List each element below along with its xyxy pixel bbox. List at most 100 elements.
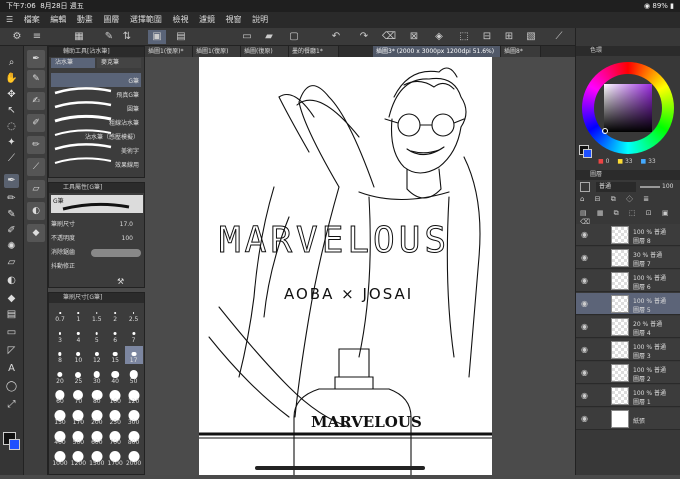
brush-size-option[interactable]: 40 <box>106 367 124 385</box>
undo-icon[interactable]: ↶ <box>327 30 345 44</box>
menu-window[interactable]: 視窗 <box>222 12 246 28</box>
tab-pen-group[interactable]: 沾水筆 <box>51 58 95 68</box>
clear-icon[interactable]: ⌫ <box>380 30 398 44</box>
figure-icon[interactable]: ▭ <box>4 326 19 340</box>
fill-icon[interactable]: ◈ <box>430 30 448 44</box>
brush-size-option[interactable]: 170 <box>69 408 87 426</box>
layer-row[interactable]: ◉ 100 % 普通 圖層 2 <box>576 362 680 384</box>
subtool-icon-8[interactable]: ◐ <box>27 202 45 220</box>
brush-size-option[interactable]: 400 <box>51 428 69 446</box>
menu-file[interactable]: 檔案 <box>20 12 44 28</box>
prop-row-antialias[interactable]: 消除鋸齒 <box>51 247 143 259</box>
frame-icon[interactable]: ◸ <box>4 344 19 358</box>
subtool-icon-7[interactable]: ▱ <box>27 180 45 198</box>
magic-wand-icon[interactable]: ✦ <box>4 136 19 150</box>
brush-item[interactable]: 圓筆 <box>51 101 141 115</box>
gradient-icon[interactable]: ▤ <box>4 308 19 322</box>
brush-item[interactable]: 飛真G筆 <box>51 87 141 101</box>
opacity-slider[interactable] <box>640 186 660 188</box>
brush-size-option[interactable]: 25 <box>69 367 87 385</box>
subtool-icon-9[interactable]: ◆ <box>27 224 45 242</box>
menu-edit[interactable]: 編輯 <box>46 12 70 28</box>
brush-size-option[interactable]: 30 <box>88 367 106 385</box>
brush-size-option[interactable]: 5 <box>88 326 106 344</box>
layer-row[interactable]: ◉ 100 % 普通 圖層 3 <box>576 339 680 361</box>
color-wheel[interactable] <box>582 62 674 154</box>
layer-row[interactable]: ◉ 100 % 普通 圖層 8 <box>576 224 680 246</box>
brush-size-option[interactable]: 12 <box>88 346 106 364</box>
antialias-options[interactable] <box>91 249 141 257</box>
subtool-icon-6[interactable]: ⟋ <box>27 158 45 176</box>
brush-size-option[interactable]: 3 <box>51 326 69 344</box>
brush-size-option[interactable]: 1 <box>69 305 87 323</box>
brush-size-option[interactable]: 6 <box>106 326 124 344</box>
brush-size-option[interactable]: 8 <box>51 346 69 364</box>
prop-row-brush-size[interactable]: 筆刷尺寸 17.0 <box>51 219 143 231</box>
settings-icon[interactable]: ⚙ <box>8 30 26 44</box>
brush-item[interactable]: 美術字 <box>51 143 141 157</box>
brush-size-option[interactable]: 80 <box>88 387 106 405</box>
blend-icon[interactable]: ◐ <box>4 274 19 288</box>
save-icon[interactable]: ▢ <box>285 30 303 44</box>
zoom-icon[interactable]: ⌕ <box>4 56 19 70</box>
deselect-icon[interactable]: ⊟ <box>478 30 496 44</box>
brush-icon[interactable]: ✎ <box>4 208 19 222</box>
sub-color-chip[interactable] <box>583 149 592 158</box>
brush-size-option[interactable]: 100 <box>106 387 124 405</box>
brush-panel-icon[interactable]: ✎ <box>100 30 118 44</box>
visibility-eye-icon[interactable]: ◉ <box>581 345 588 354</box>
grid-icon[interactable]: ▦ <box>70 30 88 44</box>
prop-row-opacity[interactable]: 不透明度 100 <box>51 233 143 245</box>
brush-size-option[interactable]: 7 <box>125 326 143 344</box>
brush-size-option[interactable]: 20 <box>51 367 69 385</box>
tab-marker-group[interactable]: 麥克筆 <box>97 58 141 68</box>
menu-selection[interactable]: 選擇範圍 <box>126 12 166 28</box>
sub-color-swatch[interactable] <box>9 439 20 450</box>
layer-row[interactable]: ◉ 30 % 普通 圖層 7 <box>576 247 680 269</box>
eyedropper-icon[interactable]: ⟋ <box>4 152 19 166</box>
layer-property-icon[interactable] <box>580 182 590 192</box>
brush-size-option[interactable]: 1700 <box>106 449 124 467</box>
operation-icon[interactable]: ↖ <box>4 104 19 118</box>
brush-size-option[interactable]: 10 <box>69 346 87 364</box>
color-picker-handle[interactable] <box>602 128 608 134</box>
brush-size-option[interactable]: 250 <box>106 408 124 426</box>
visibility-eye-icon[interactable]: ◉ <box>581 299 588 308</box>
airbrush-icon[interactable]: ✐ <box>4 224 19 238</box>
tab-document-6[interactable]: 插圖8* <box>501 46 541 57</box>
brush-size-option[interactable]: 50 <box>125 367 143 385</box>
menu-filter[interactable]: 濾鏡 <box>195 12 219 28</box>
visibility-eye-icon[interactable]: ◉ <box>581 230 588 239</box>
menu-icon[interactable]: ≡ <box>28 30 46 44</box>
brush-size-option[interactable]: 800 <box>125 428 143 446</box>
menu-help[interactable]: 說明 <box>248 12 272 28</box>
visibility-eye-icon[interactable]: ◉ <box>581 276 588 285</box>
subtool-icon-4[interactable]: ✐ <box>27 114 45 132</box>
settings-wrench-icon[interactable]: ⚒ <box>117 277 124 286</box>
tool-panel-icon[interactable]: ▣ <box>148 30 166 44</box>
brush-size-option[interactable]: 200 <box>88 408 106 426</box>
menu-animation[interactable]: 動畫 <box>73 12 97 28</box>
brush-size-option[interactable]: 4 <box>69 326 87 344</box>
layer-tool-row-1[interactable]: ⌂ ⊟ ⧉ ⟐ ≣ <box>580 195 678 207</box>
brush-item[interactable]: 粗線沾水筆 <box>51 115 141 129</box>
visibility-eye-icon[interactable]: ◉ <box>581 322 588 331</box>
hand-icon[interactable]: ✋ <box>4 72 19 86</box>
subtool-icon-3[interactable]: ✍ <box>27 92 45 110</box>
swap-icon[interactable]: ⇅ <box>118 30 136 44</box>
layer-row[interactable]: ◉ 100 % 普通 圖層 5 <box>576 293 680 315</box>
brush-size-option[interactable]: 1.5 <box>88 305 106 323</box>
tab-document-4[interactable]: 墨的餐廳1* <box>289 46 339 57</box>
blend-mode-select[interactable]: 普通 <box>596 182 636 192</box>
pen-tool-icon[interactable]: ✒ <box>4 174 19 188</box>
menu-layer[interactable]: 圖層 <box>99 12 123 28</box>
layer-tool-row-2[interactable]: ▤ ▦ ⧉ ⬚ ⊡ ▣ ⌫ <box>580 209 678 226</box>
layer-row[interactable]: ◉ 100 % 普通 圖層 1 <box>576 385 680 407</box>
eraser-icon[interactable]: ▱ <box>4 256 19 270</box>
transform-icon[interactable]: ⬚ <box>455 30 473 44</box>
layer-row[interactable]: ◉ 紙張 <box>576 408 680 430</box>
brush-item[interactable]: 效果線用 <box>51 157 141 171</box>
brush-item[interactable]: G筆 <box>51 73 141 87</box>
brush-size-option[interactable]: 300 <box>125 408 143 426</box>
show-selection-icon[interactable]: ▧ <box>522 30 540 44</box>
